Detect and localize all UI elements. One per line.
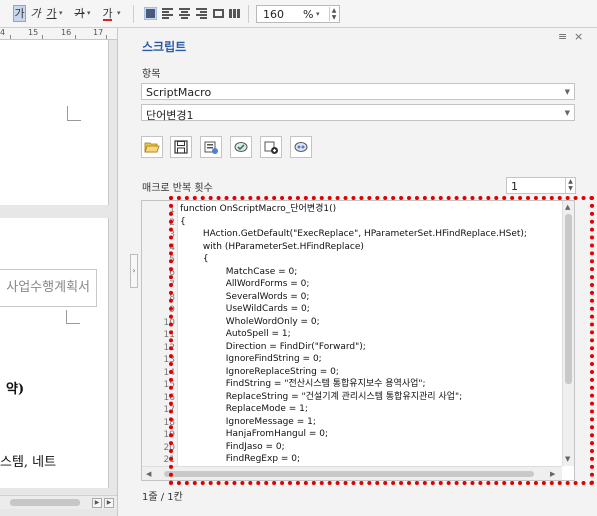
split-align-icon[interactable] — [228, 7, 241, 20]
underline-button[interactable]: 가 — [45, 5, 58, 22]
ruler-tick — [10, 35, 11, 39]
strikethrough-dropdown[interactable]: ▾ — [87, 9, 91, 17]
ruler-tick-label: 16 — [61, 28, 72, 37]
toolbar-divider — [248, 5, 249, 23]
close-icon[interactable]: × — [574, 30, 583, 43]
repeat-count-label: 매크로 반복 횟수 — [142, 183, 213, 194]
panel-title: 스크립트 — [142, 40, 187, 54]
document-text-bold: 약) — [6, 382, 25, 397]
zoom-value: 160 — [263, 8, 284, 21]
repeat-count-spinner[interactable]: ▲ ▼ — [565, 178, 575, 193]
crop-mark — [67, 106, 81, 120]
ruler-tick-label: 15 — [28, 28, 39, 37]
add-macro-icon — [264, 141, 278, 154]
panel-splitter[interactable]: › — [130, 28, 138, 516]
macro-select-value: ScriptMacro — [146, 86, 212, 99]
cursor-position-status: 1줄 / 1칸 — [142, 492, 183, 503]
zoom-unit: % — [303, 8, 314, 21]
scroll-left-icon[interactable]: ◀ — [146, 470, 151, 478]
run-macro-button[interactable] — [200, 136, 222, 158]
zoom-spinner[interactable]: ▲ ▼ — [329, 7, 338, 21]
check-macro-button[interactable] — [230, 136, 252, 158]
document-vertical-scrollbar[interactable]: ▼ ▲ ◎ ▼ — [117, 28, 118, 516]
italic-button[interactable]: 가 — [29, 5, 42, 22]
font-color-swatch — [103, 19, 112, 21]
align-center-icon[interactable] — [178, 7, 191, 20]
run-macro-icon — [204, 141, 218, 154]
document-text-box[interactable]: 사업수행계획서 — [0, 269, 97, 307]
scroll-end-button[interactable]: ▶ — [104, 498, 114, 508]
panel-menu-icon[interactable]: ≡ — [558, 30, 567, 43]
highlight-annotation — [169, 196, 594, 485]
chevron-down-icon: ▼ — [564, 88, 570, 96]
function-select[interactable]: 단어변경1 ▼ — [141, 104, 575, 122]
font-color-button[interactable]: 가 — [101, 5, 114, 22]
folder-open-icon — [144, 142, 160, 153]
format-toolbar: 가 가 가 ▾ 가 ▾ 가 ▾ 160 % ▾ ▲ ▼ — [0, 0, 597, 28]
chevron-down-icon: ▼ — [564, 109, 570, 117]
underline-dropdown[interactable]: ▾ — [59, 9, 63, 17]
open-button[interactable] — [141, 136, 163, 158]
zoom-field[interactable]: 160 % ▾ ▲ ▼ — [256, 5, 340, 23]
ruler-tick-label: 4 — [0, 28, 6, 37]
check-macro-icon — [234, 142, 248, 152]
repeat-count-value: 1 — [511, 180, 518, 193]
align-left-icon[interactable] — [161, 7, 174, 20]
distribute-align-icon[interactable] — [212, 7, 225, 20]
ruler-tick — [106, 35, 107, 39]
add-macro-button[interactable] — [260, 136, 282, 158]
ruler-tick-label: 17 — [93, 28, 104, 37]
document-area: 4 15 16 17 사업수행계획서 약) 스템, 네트 ▼ ▲ ◎ ▼ ▶ ▶ — [0, 28, 118, 516]
document-text-body: 스템, 네트 — [0, 455, 57, 470]
crop-mark — [67, 120, 81, 121]
repeat-count-stepper[interactable]: 1 ▲ ▼ — [506, 177, 576, 194]
horizontal-ruler: 4 15 16 17 — [0, 28, 117, 40]
macro-select[interactable]: ScriptMacro ▼ — [141, 83, 575, 100]
zoom-dropdown[interactable]: ▾ — [316, 10, 320, 18]
crop-mark — [66, 310, 80, 324]
toolbar-divider — [133, 5, 134, 23]
record-macro-button[interactable] — [290, 136, 312, 158]
document-horizontal-scrollbar[interactable]: ▶ ▶ — [0, 495, 117, 509]
function-select-value: 단어변경1 — [146, 109, 194, 122]
font-color-dropdown[interactable]: ▾ — [117, 9, 121, 17]
strikethrough-button[interactable]: 가 — [73, 5, 86, 22]
document-page[interactable] — [0, 40, 109, 205]
record-macro-icon — [294, 142, 308, 152]
save-icon — [174, 140, 188, 154]
justify-align-icon[interactable] — [144, 7, 157, 20]
save-button[interactable] — [170, 136, 192, 158]
item-label: 항목 — [142, 69, 161, 80]
ruler-tick — [75, 35, 76, 39]
scroll-right-button[interactable]: ▶ — [92, 498, 102, 508]
bold-button[interactable]: 가 — [13, 5, 26, 22]
document-page[interactable]: 사업수행계획서 약) 스템, 네트 — [0, 218, 109, 488]
ruler-tick — [42, 35, 43, 39]
align-right-icon[interactable] — [195, 7, 208, 20]
collapse-panel-button[interactable]: › — [130, 254, 138, 288]
scroll-thumb[interactable] — [10, 499, 80, 506]
